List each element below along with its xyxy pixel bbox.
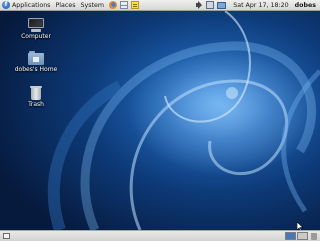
network-icon[interactable] xyxy=(206,1,215,9)
system-tray: Sat Apr 17, 18:20 dobes xyxy=(195,1,320,9)
bottom-panel xyxy=(0,230,320,241)
trash-icon xyxy=(30,86,42,100)
desktop-icon-label: dobes's Home xyxy=(14,66,58,73)
fedora-logo-icon[interactable]: f xyxy=(2,1,10,9)
home-folder-icon xyxy=(28,51,44,65)
menu-places[interactable]: Places xyxy=(55,2,75,9)
user-menu[interactable]: dobes xyxy=(295,2,316,9)
desktop-icon-trash[interactable]: Trash xyxy=(9,86,63,108)
desktop-screen: f Applications Places System Sat Apr 17,… xyxy=(0,0,320,241)
workspace-1[interactable] xyxy=(285,232,296,240)
notes-icon[interactable] xyxy=(130,1,139,9)
firefox-icon[interactable] xyxy=(108,1,117,9)
trash-applet-icon[interactable] xyxy=(311,233,317,240)
desktop-icon-home[interactable]: dobes's Home xyxy=(9,51,63,73)
top-panel: f Applications Places System Sat Apr 17,… xyxy=(0,0,320,11)
mail-icon[interactable] xyxy=(119,1,128,9)
battery-icon[interactable] xyxy=(217,1,227,9)
desktop-icon-label: Trash xyxy=(28,101,44,108)
speaker-icon[interactable] xyxy=(195,1,203,9)
clock[interactable]: Sat Apr 17, 18:20 xyxy=(233,2,288,9)
menu-applications[interactable]: Applications xyxy=(12,2,50,9)
show-desktop-button[interactable] xyxy=(3,233,10,239)
wallpaper xyxy=(0,11,320,230)
menu-system[interactable]: System xyxy=(81,2,104,9)
computer-icon xyxy=(28,18,44,32)
workspace-2[interactable] xyxy=(297,232,308,240)
desktop-icon-label: Computer xyxy=(21,33,51,40)
desktop-icon-computer[interactable]: Computer xyxy=(9,18,63,40)
